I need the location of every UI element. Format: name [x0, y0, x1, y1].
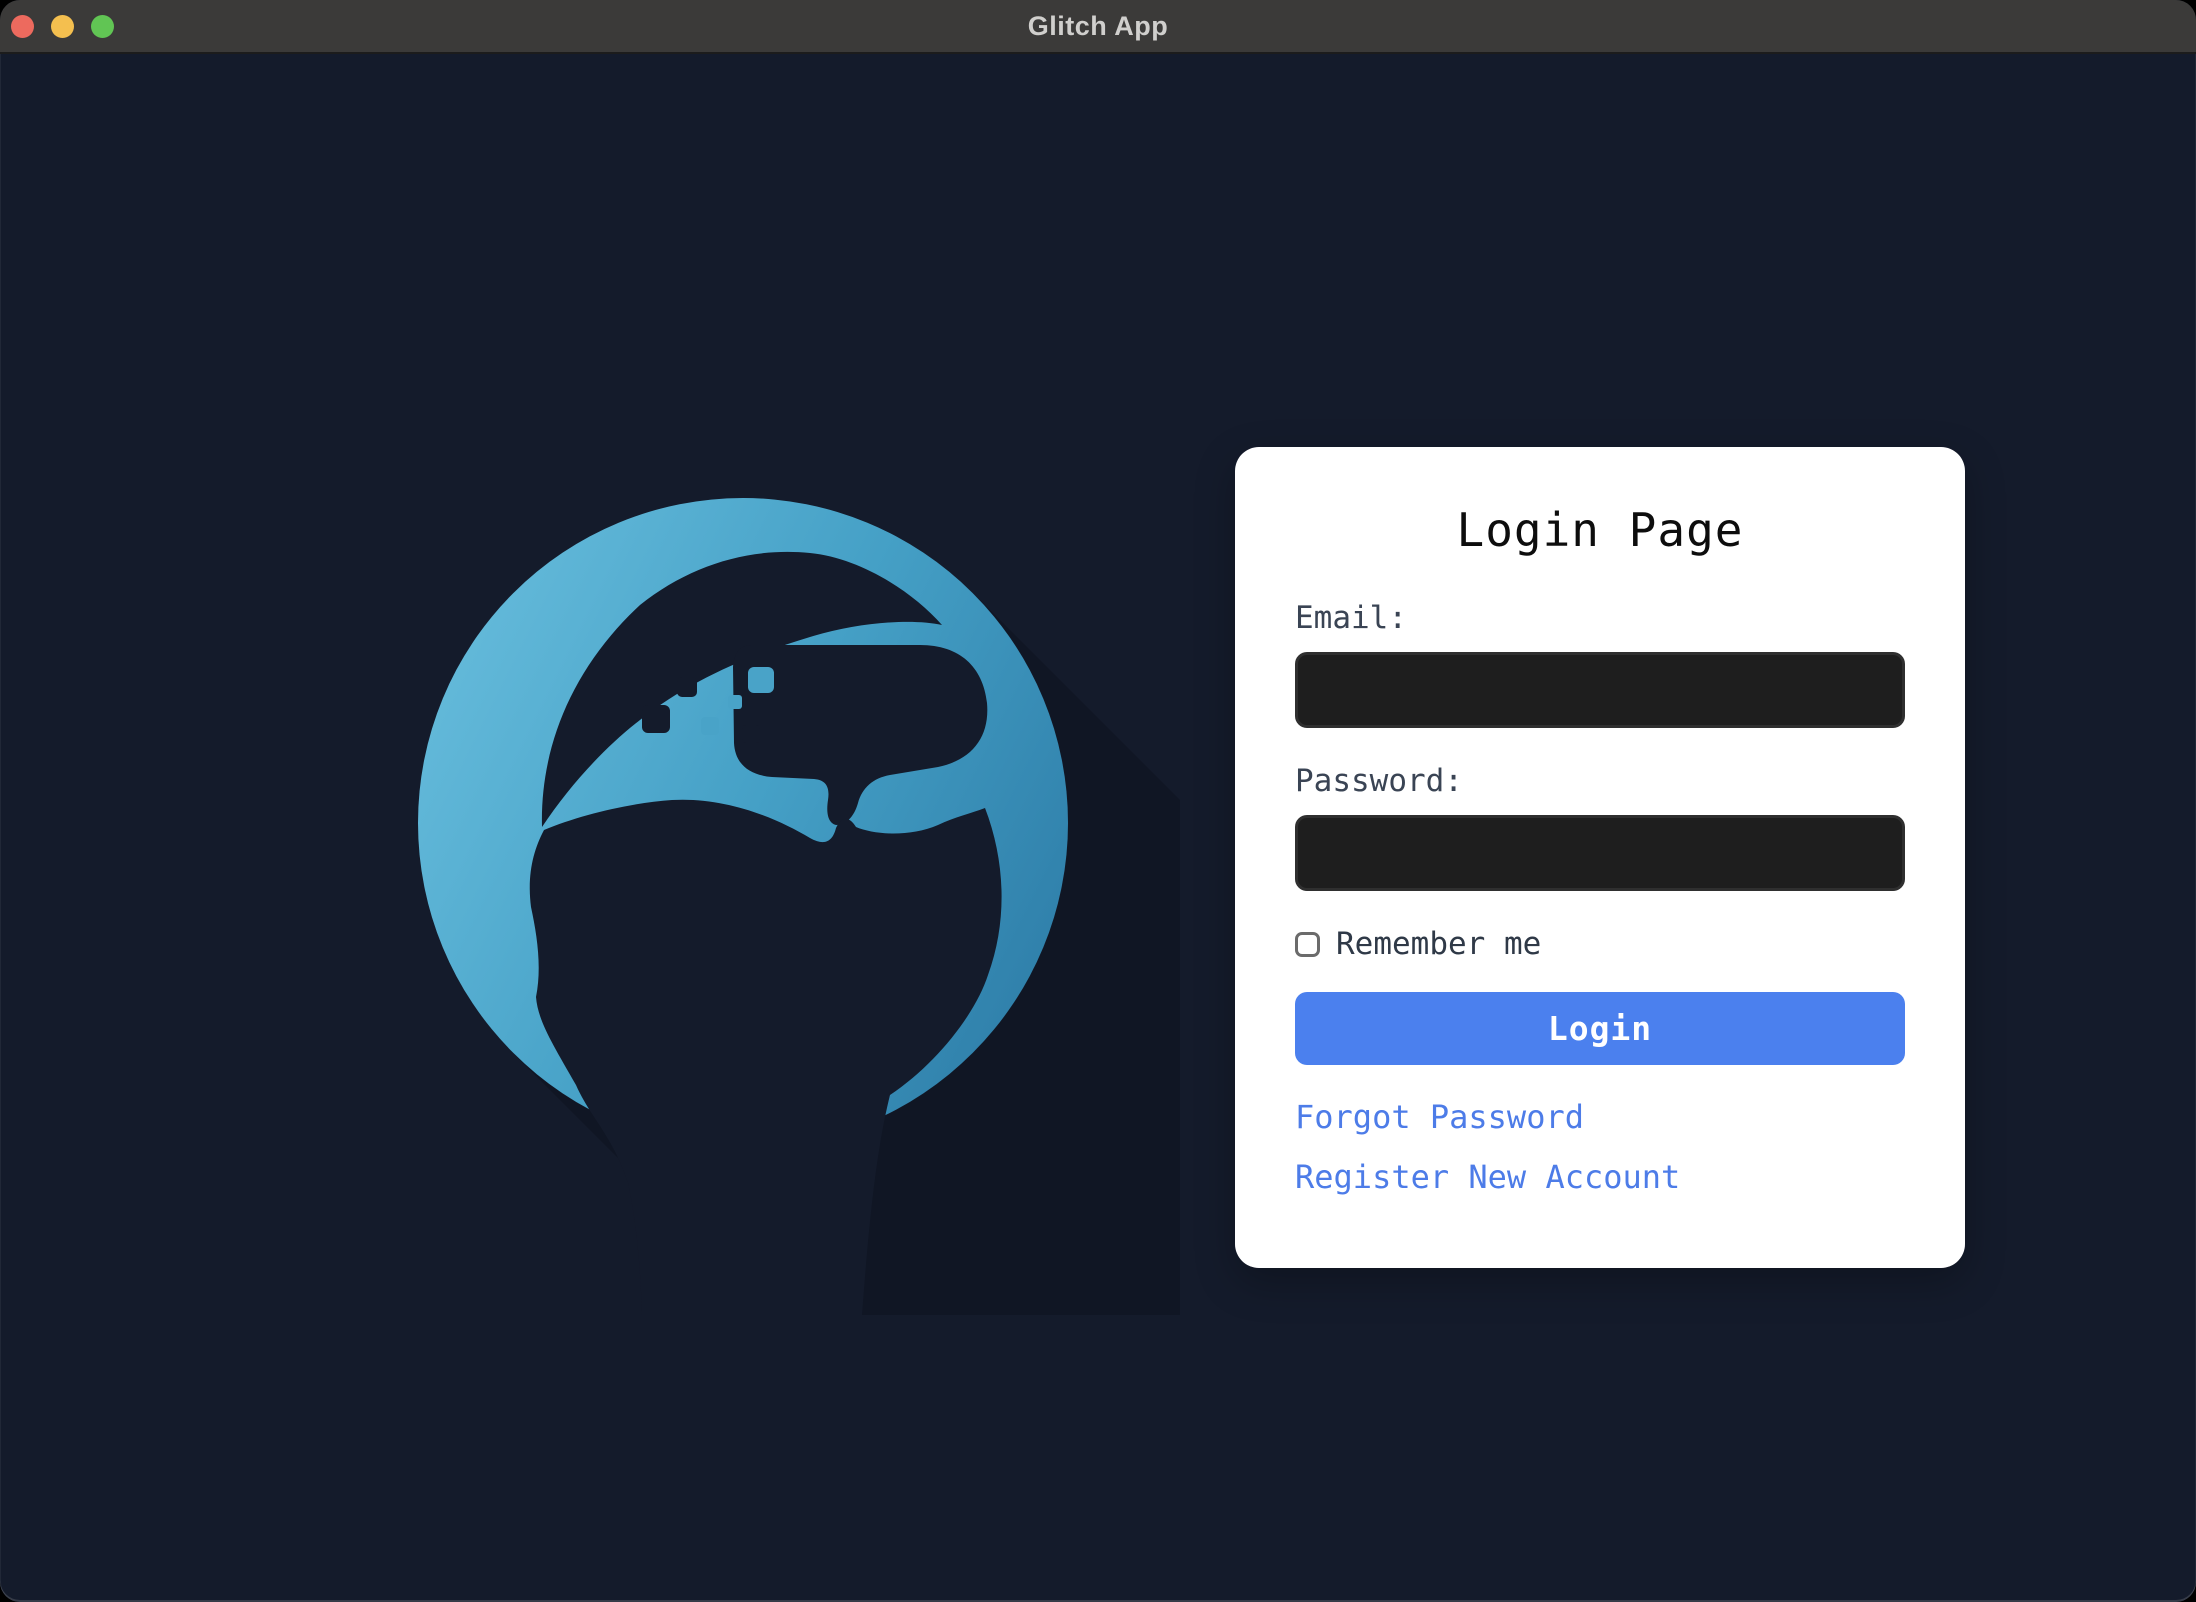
forgot-password-link[interactable]: Forgot Password — [1295, 1098, 1905, 1136]
remember-me-row: Remember me — [1295, 929, 1905, 960]
vr-headset-logo-icon — [418, 498, 1180, 1315]
minimize-button[interactable] — [51, 14, 74, 38]
logo-pixel-dark-2 — [677, 677, 697, 697]
email-input[interactable] — [1295, 652, 1905, 728]
logo-pixel-blue-3 — [728, 695, 742, 709]
logo-pixel-blue-2 — [701, 717, 719, 735]
titlebar: Glitch App — [0, 0, 2196, 54]
remember-me-label: Remember me — [1336, 926, 1542, 962]
logo-pixel-blue-1 — [748, 667, 774, 693]
close-button[interactable] — [11, 14, 34, 38]
password-input[interactable] — [1295, 815, 1905, 891]
app-window: Glitch App Login Page Email: Password: R… — [0, 0, 2196, 1602]
traffic-lights — [11, 0, 114, 52]
register-new-account-link[interactable]: Register New Account — [1295, 1158, 1905, 1196]
login-card: Login Page Email: Password: Remember me … — [1235, 447, 1965, 1268]
login-button[interactable]: Login — [1295, 992, 1905, 1065]
password-label: Password: — [1295, 763, 1463, 799]
remember-me-checkbox[interactable] — [1295, 932, 1320, 957]
logo-pixel-dark-3 — [742, 725, 760, 743]
login-page-title: Login Page — [1456, 503, 1744, 557]
window-title: Glitch App — [1027, 11, 1169, 41]
zoom-button[interactable] — [91, 14, 114, 38]
email-label: Email: — [1295, 600, 1407, 636]
logo-pixel-dark-1 — [642, 705, 670, 733]
